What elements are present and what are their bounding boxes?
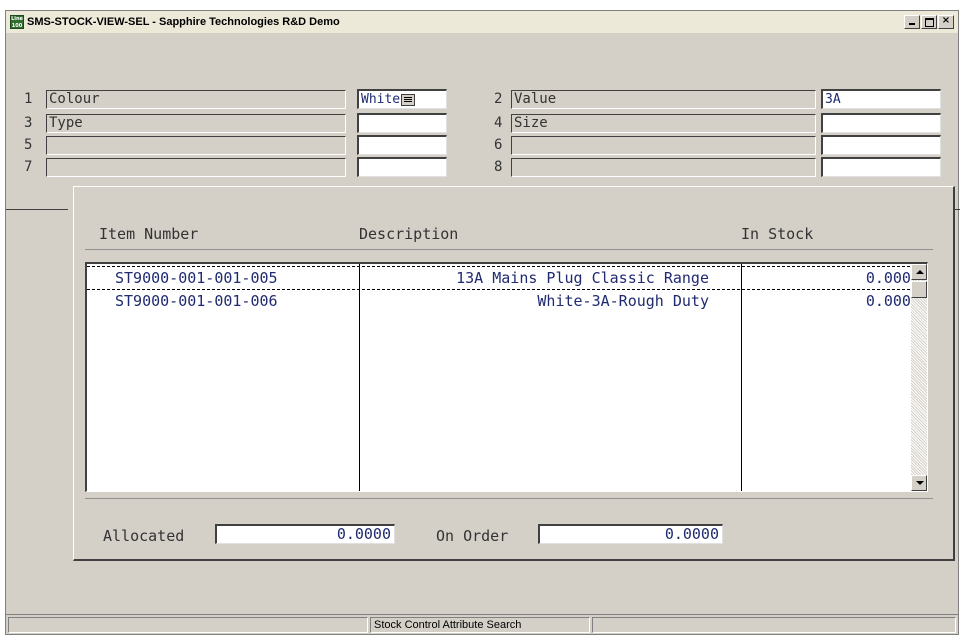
attr-value-7[interactable] [357, 157, 447, 177]
window-controls: × [903, 15, 954, 29]
minimize-icon [909, 23, 915, 25]
header-item-number: Item Number [99, 225, 199, 243]
header-in-stock: In Stock [741, 225, 814, 243]
vertical-scrollbar[interactable] [911, 264, 927, 491]
stock-grid[interactable]: ST9000-001-001-005 13A Mains Plug Classi… [85, 262, 928, 492]
allocated-field: 0.0000 [215, 524, 395, 544]
close-icon: × [941, 15, 951, 26]
scroll-up-button[interactable] [911, 264, 927, 280]
divider-left [6, 209, 68, 210]
footer-divider [85, 498, 933, 499]
attr-num-2: 2 [494, 91, 503, 107]
attr-value-4[interactable] [821, 113, 941, 133]
app-icon: Line 100 [10, 15, 24, 29]
attr-label-6 [511, 136, 816, 155]
attr-num-1: 1 [24, 91, 33, 107]
on-order-label: On Order [436, 527, 509, 545]
cell-description: 13A Mains Plug Classic Range [456, 269, 709, 287]
attr-value-6[interactable] [821, 135, 941, 155]
table-row[interactable]: ST9000-001-001-006 White-3A-Rough Duty 0… [87, 290, 920, 312]
header-divider [85, 249, 933, 250]
scroll-thumb[interactable] [911, 281, 927, 298]
attr-num-6: 6 [494, 137, 503, 153]
status-right [592, 617, 956, 633]
attr-num-7: 7 [24, 159, 33, 175]
attr-label-7 [46, 158, 346, 177]
attr-num-5: 5 [24, 137, 33, 153]
attr-value-2[interactable]: 3A [821, 89, 941, 109]
close-button[interactable]: × [938, 15, 954, 29]
app-window: Line 100 SMS-STOCK-VIEW-SEL - Sapphire T… [5, 10, 960, 635]
arrow-down-icon [916, 481, 924, 485]
title-bar[interactable]: Line 100 SMS-STOCK-VIEW-SEL - Sapphire T… [6, 11, 958, 33]
cell-item-number: ST9000-001-001-005 [115, 269, 278, 287]
attr-value-1[interactable]: White [357, 89, 447, 109]
attr-value-3[interactable] [357, 113, 447, 133]
attr-value-5[interactable] [357, 135, 447, 155]
status-left [8, 617, 368, 633]
attr-num-3: 3 [24, 115, 33, 131]
attr-label-3: Type [46, 114, 346, 133]
status-message: Stock Control Attribute Search [370, 617, 590, 633]
status-bar: Stock Control Attribute Search [6, 614, 958, 634]
attr-num-8: 8 [494, 159, 503, 175]
attr-value-1-text: White [361, 92, 401, 107]
stock-list-panel: Item Number Description In Stock ST9000-… [73, 186, 955, 561]
lookup-icon[interactable] [401, 93, 416, 106]
attr-label-2: Value [511, 90, 816, 109]
attr-num-4: 4 [494, 115, 503, 131]
cell-item-number: ST9000-001-001-006 [115, 292, 278, 310]
arrow-up-icon [916, 270, 924, 274]
attr-label-4: Size [511, 114, 816, 133]
allocated-label: Allocated [103, 527, 185, 545]
attr-label-5 [46, 136, 346, 155]
maximize-button[interactable] [921, 15, 937, 29]
on-order-field: 0.0000 [538, 524, 723, 544]
attr-value-8[interactable] [821, 157, 941, 177]
cell-description: White-3A-Rough Duty [537, 292, 709, 310]
minimize-button[interactable] [904, 15, 920, 29]
attr-label-8 [511, 158, 816, 177]
attr-label-1: Colour [46, 90, 346, 109]
table-row[interactable]: ST9000-001-001-005 13A Mains Plug Classi… [87, 266, 920, 290]
window-title: SMS-STOCK-VIEW-SEL - Sapphire Technologi… [27, 16, 340, 28]
header-description: Description [359, 225, 459, 243]
maximize-icon [925, 18, 934, 27]
scroll-down-button[interactable] [911, 475, 927, 491]
